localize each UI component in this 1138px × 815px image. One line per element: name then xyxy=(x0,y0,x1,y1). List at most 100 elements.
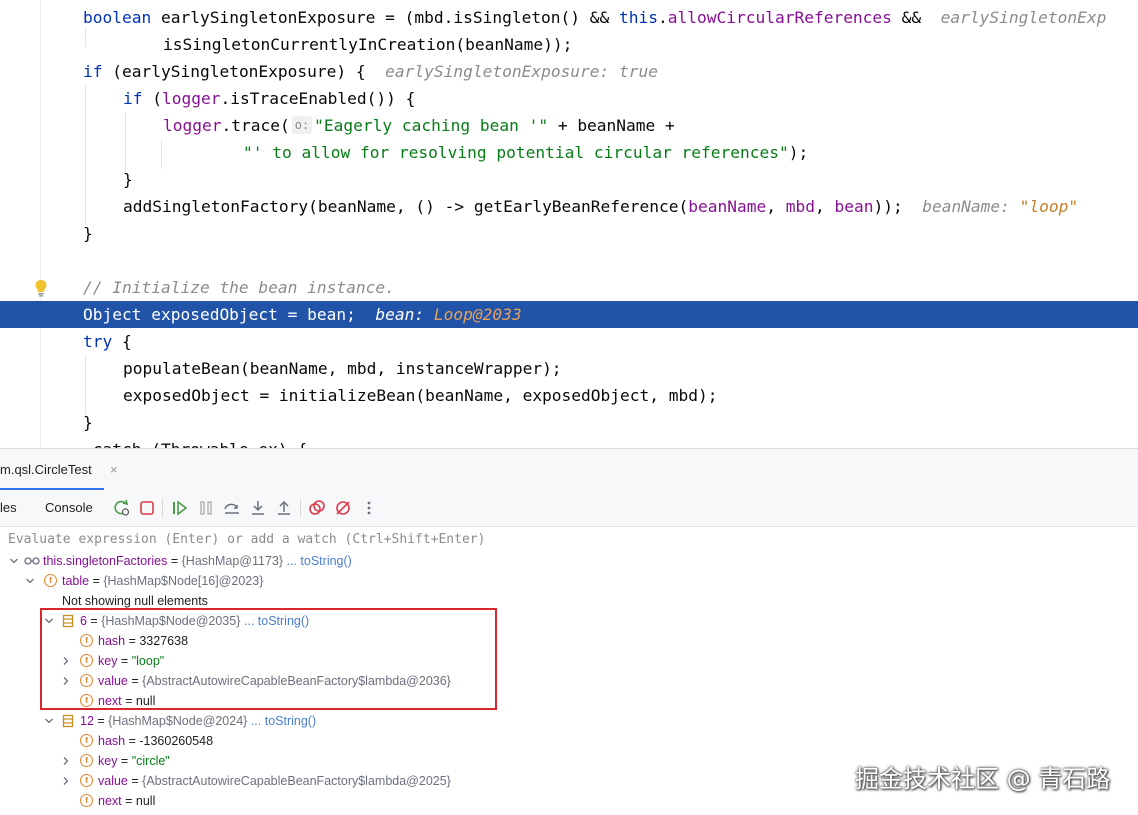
code-line[interactable]: catch (Throwable ex) { xyxy=(0,436,1138,448)
field-icon: f xyxy=(44,574,57,587)
code-token: boolean xyxy=(83,8,152,27)
code-line[interactable]: } xyxy=(0,220,1138,247)
parameter-hint: o: xyxy=(291,116,313,134)
variable-name: 12 xyxy=(80,714,94,728)
code-token: beanName xyxy=(688,197,767,216)
code-line[interactable] xyxy=(0,247,1138,274)
variable-name: key xyxy=(98,754,118,768)
code-line[interactable]: exposedObject = initializeBean(beanName,… xyxy=(0,382,1138,409)
more-options-icon[interactable] xyxy=(359,498,379,518)
code-editor[interactable]: boolean earlySingletonExposure = (mbd.is… xyxy=(0,0,1138,448)
field-icon: f xyxy=(80,794,93,807)
code-token: { xyxy=(112,332,132,351)
code-token: "loop" xyxy=(1019,197,1079,216)
code-line[interactable]: "' to allow for resolving potential circ… xyxy=(0,139,1138,166)
code-line[interactable]: if (logger.isTraceEnabled()) { xyxy=(0,85,1138,112)
chevron-right-icon[interactable] xyxy=(60,775,72,787)
code-token: // Initialize the bean instance. xyxy=(83,278,395,297)
code-token: } xyxy=(83,224,93,243)
debug-toolbar: les Console xyxy=(0,490,1138,527)
step-into-icon[interactable] xyxy=(248,498,268,518)
code-line[interactable]: populateBean(beanName, mbd, instanceWrap… xyxy=(0,355,1138,382)
code-line[interactable]: boolean earlySingletonExposure = (mbd.is… xyxy=(0,4,1138,31)
code-token: isSingletonCurrentlyInCreation(beanName)… xyxy=(163,35,573,54)
tab-console[interactable]: Console xyxy=(45,499,93,517)
code-token: ( xyxy=(142,89,162,108)
toolbar-divider xyxy=(162,499,163,517)
watch-glasses-icon xyxy=(24,557,40,565)
variable-name: this.singletonFactories xyxy=(43,554,168,568)
step-out-icon[interactable] xyxy=(274,498,294,518)
code-token: .isTraceEnabled()) { xyxy=(220,89,416,108)
code-token: logger xyxy=(163,116,222,135)
view-breakpoints-icon[interactable] xyxy=(307,498,327,518)
field-icon: f xyxy=(80,774,93,787)
watermark: 掘金技术社区 @ 青石路 xyxy=(855,765,1111,793)
stop-icon[interactable] xyxy=(137,498,157,518)
code-token: } xyxy=(123,170,133,189)
code-token: mbd xyxy=(785,197,815,216)
array-element-icon xyxy=(62,714,74,728)
to-string-link[interactable]: ... toString() xyxy=(287,554,352,568)
variable-row[interactable]: f table = {HashMap$Node[16]@2023} xyxy=(0,571,1138,591)
code-token: if xyxy=(83,62,103,81)
code-line[interactable]: if (earlySingletonExposure) { earlySingl… xyxy=(0,58,1138,85)
code-token: if xyxy=(123,89,143,108)
variable-value: null xyxy=(135,794,156,808)
code-token: .trace( xyxy=(221,116,290,135)
code-token: bean xyxy=(834,197,874,216)
chevron-down-icon[interactable] xyxy=(24,575,36,587)
mute-breakpoints-icon[interactable] xyxy=(333,498,353,518)
field-icon: f xyxy=(80,734,93,747)
chevron-right-icon[interactable] xyxy=(60,755,72,767)
toolbar-divider xyxy=(300,499,301,517)
pause-icon[interactable] xyxy=(196,498,216,518)
variable-name: hash xyxy=(98,734,126,748)
code-token: catch (Throwable ex) { xyxy=(83,440,307,448)
code-line[interactable]: try { xyxy=(0,328,1138,355)
code-token: addSingletonFactory(beanName, () -> getE… xyxy=(123,197,689,216)
code-token: logger xyxy=(162,89,221,108)
code-line[interactable]: // Initialize the bean instance. xyxy=(0,274,1138,301)
variable-row[interactable]: f next = null xyxy=(0,791,1138,811)
debug-session-tabbar: m.qsl.CircleTest × xyxy=(0,448,1138,491)
variable-value: -1360260548 xyxy=(139,734,214,748)
tab-variables[interactable]: les xyxy=(0,499,17,517)
variable-type: {HashMap$Node[16]@2023} xyxy=(103,574,264,588)
code-token: (earlySingletonExposure) { xyxy=(102,62,386,81)
code-token: )); xyxy=(873,197,923,216)
variable-type: {AbstractAutowireCapableBeanFactory$lamb… xyxy=(142,774,451,788)
close-icon[interactable]: × xyxy=(110,462,118,478)
code-token: . xyxy=(658,8,668,27)
to-string-link[interactable]: ... toString() xyxy=(251,714,316,728)
code-line[interactable]: } xyxy=(0,409,1138,436)
resume-icon[interactable] xyxy=(170,498,190,518)
code-token: exposedObject = initializeBean(beanName,… xyxy=(123,386,718,405)
variable-name: next xyxy=(98,794,122,808)
code-token: "' to allow for resolving potential circ… xyxy=(243,143,789,162)
step-over-icon[interactable] xyxy=(222,498,242,518)
variable-value: "circle" xyxy=(131,754,170,768)
code-token: } xyxy=(83,413,93,432)
chevron-down-icon[interactable] xyxy=(8,555,20,567)
debug-session-tab[interactable]: m.qsl.CircleTest xyxy=(0,457,92,483)
variable-row[interactable]: f hash = -1360260548 xyxy=(0,731,1138,751)
code-token: , xyxy=(766,197,786,216)
annotation-highlight-box xyxy=(40,608,497,710)
code-token: earlySingletonExposure = (mbd.isSingleto… xyxy=(151,8,620,27)
field-icon: f xyxy=(80,754,93,767)
lightbulb-icon[interactable] xyxy=(34,279,48,297)
variable-row[interactable]: this.singletonFactories = {HashMap@1173}… xyxy=(0,551,1138,571)
code-token: && xyxy=(891,8,941,27)
chevron-down-icon[interactable] xyxy=(43,715,55,727)
code-line[interactable]: isSingletonCurrentlyInCreation(beanName)… xyxy=(0,31,1138,58)
variable-row[interactable]: 12 = {HashMap$Node@2024} ... toString() xyxy=(0,711,1138,731)
current-execution-line[interactable]: Object exposedObject = bean; bean: Loop@… xyxy=(0,301,1138,328)
code-line[interactable]: } xyxy=(0,166,1138,193)
rerun-icon[interactable] xyxy=(112,498,132,518)
code-line[interactable]: addSingletonFactory(beanName, () -> getE… xyxy=(0,193,1138,220)
code-line[interactable]: logger.trace(o: "Eagerly caching bean '" … xyxy=(0,112,1138,139)
code-token: this xyxy=(619,8,659,27)
evaluate-expression-input[interactable] xyxy=(8,529,1128,549)
code-token: Loop@2033 xyxy=(433,305,522,324)
